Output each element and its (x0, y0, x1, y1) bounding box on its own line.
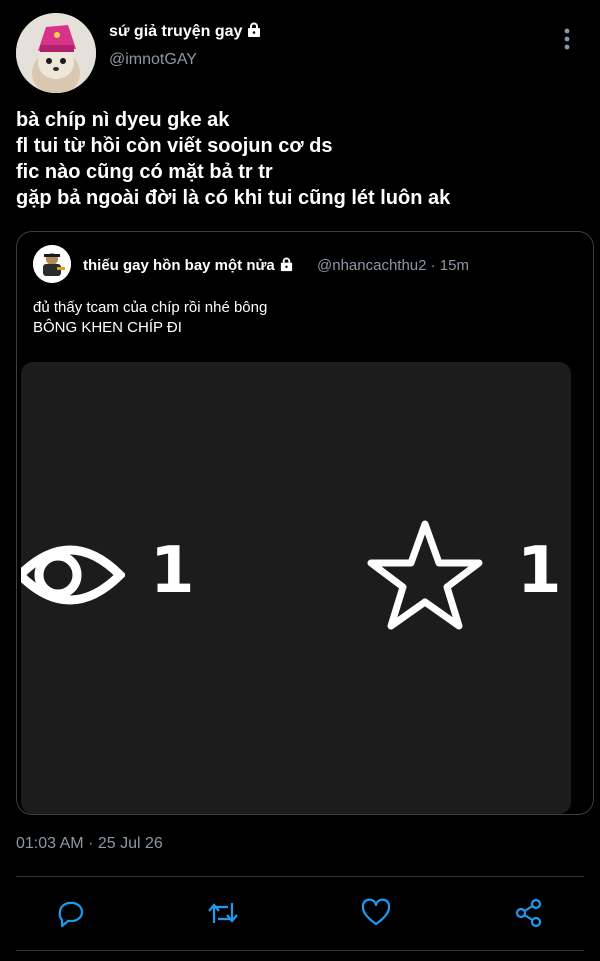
share-icon (515, 898, 542, 928)
quoted-handle-time[interactable]: @nhancachthu2 · 15m (317, 257, 469, 274)
display-name-text: sứ giả truyện gay (109, 23, 243, 40)
author-display-name[interactable]: sứ giả truyện gay (109, 22, 262, 41)
tweet-header: sứ giả truyện gay @imnotGAY (0, 0, 600, 100)
author-avatar[interactable] (16, 13, 96, 93)
quoted-tweet-text: đủ thấy tcam của chíp rồi nhé bông BÔNG … (33, 298, 267, 338)
lock-icon (248, 22, 261, 37)
divider (16, 876, 584, 877)
lock-icon (280, 257, 292, 272)
star-icon (367, 520, 483, 630)
more-vertical-icon (564, 28, 570, 50)
tweet-timestamp[interactable]: 01:03 AM · 25 Jul 26 (16, 835, 163, 853)
retweet-button[interactable] (206, 896, 240, 930)
quoted-display-name-text: thiếu gay hồn bay một nửa (83, 257, 275, 274)
tweet-text-line: fic nào cũng có mặt bả tr tr (16, 161, 273, 183)
quoted-author-avatar[interactable] (33, 245, 71, 283)
heart-icon (361, 898, 391, 926)
tweet-text-line: gặp bả ngoài đời là có khi tui cũng lét … (16, 187, 451, 209)
tweet-text-line: bà chíp nì dyeu gke ak (16, 109, 230, 131)
quoted-avatar-image (33, 245, 71, 283)
quoted-display-name[interactable]: thiếu gay hồn bay một nửa (83, 257, 294, 274)
divider (16, 950, 584, 951)
stars-count: 1 (517, 534, 562, 608)
more-options-button[interactable] (556, 26, 578, 52)
author-handle[interactable]: @imnotGAY (109, 51, 197, 69)
tweet-text-line: fl tui từ hồi còn viết soojun cơ ds (16, 135, 333, 157)
quoted-tweet-card[interactable]: thiếu gay hồn bay một nửa @nhancachthu2 … (16, 231, 594, 815)
share-button[interactable] (512, 896, 546, 930)
views-count: 1 (150, 534, 195, 608)
quoted-text-line: BÔNG KHEN CHÍP ĐI (33, 319, 182, 336)
like-button[interactable] (359, 896, 393, 930)
retweet-icon (208, 903, 238, 923)
reply-icon (58, 901, 84, 928)
chihuahua-avatar-image (16, 13, 96, 93)
quoted-text-line: đủ thấy tcam của chíp rồi nhé bông (33, 299, 268, 316)
reply-button[interactable] (53, 896, 87, 930)
tweet-text: bà chíp nì dyeu gke ak fl tui từ hồi còn… (16, 107, 586, 211)
quoted-media-image[interactable]: 1 1 (21, 362, 571, 814)
eye-icon (21, 545, 125, 605)
